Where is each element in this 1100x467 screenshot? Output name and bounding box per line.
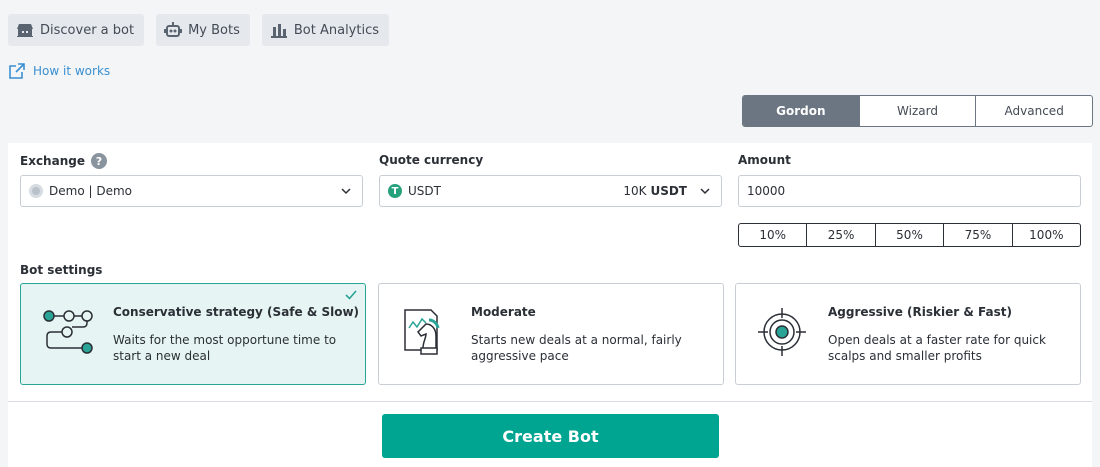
- exchange-logo-icon: [29, 184, 43, 198]
- tab-advanced[interactable]: Advanced: [975, 96, 1092, 126]
- quote-balance-amount: 10K: [623, 184, 647, 198]
- quote-currency-select[interactable]: T USDT 10K USDT: [379, 175, 722, 207]
- amount-label: Amount: [738, 153, 791, 167]
- top-nav: Discover a bot My Bots Bot Analytics: [8, 14, 390, 46]
- usdt-icon: T: [388, 184, 402, 198]
- pct-100-button[interactable]: 100%: [1011, 224, 1080, 246]
- how-it-works-link[interactable]: How it works: [8, 62, 110, 80]
- pct-75-button[interactable]: 75%: [943, 224, 1011, 246]
- exchange-value: Demo | Demo: [49, 184, 132, 198]
- exchange-label: Exchange: [20, 154, 85, 168]
- how-it-works-label: How it works: [33, 64, 111, 78]
- conservative-strategy-card[interactable]: Conservative strategy (Safe & Slow) Wait…: [20, 283, 366, 385]
- target-icon: [758, 308, 806, 356]
- check-icon: [345, 290, 357, 300]
- my-bots-label: My Bots: [188, 22, 240, 38]
- robot-icon: [164, 21, 183, 39]
- exchange-select[interactable]: Demo | Demo: [20, 175, 363, 207]
- moderate-strategy-card[interactable]: Moderate Starts new deals at a normal, f…: [378, 283, 724, 385]
- conservative-title: Conservative strategy (Safe & Slow): [113, 305, 360, 319]
- moderate-title: Moderate: [471, 305, 536, 319]
- chevron-down-icon: [341, 188, 351, 195]
- aggressive-title: Aggressive (Riskier & Fast): [828, 305, 1012, 319]
- analytics-icon: [270, 21, 288, 39]
- amount-value: 10000: [747, 184, 786, 198]
- pct-25-button[interactable]: 25%: [806, 224, 874, 246]
- tab-gordon[interactable]: Gordon: [743, 96, 859, 126]
- tab-wizard[interactable]: Wizard: [858, 96, 976, 126]
- quote-balance: 10K USDT: [623, 184, 687, 198]
- my-bots-button[interactable]: My Bots: [156, 14, 250, 46]
- help-icon[interactable]: ?: [90, 153, 107, 169]
- moderate-desc: Starts new deals at a normal, fairly agg…: [471, 333, 682, 363]
- bot-settings-label: Bot settings: [20, 263, 103, 277]
- pct-50-button[interactable]: 50%: [874, 224, 943, 246]
- aggressive-desc: Open deals at a faster rate for quick sc…: [828, 333, 1046, 363]
- bot-analytics-label: Bot Analytics: [293, 22, 380, 38]
- quote-currency-value: USDT: [408, 184, 441, 198]
- mode-switch: Gordon Wizard Advanced: [742, 95, 1093, 127]
- external-link-icon: [8, 62, 26, 80]
- pct-10-button[interactable]: 10%: [739, 224, 806, 246]
- amount-input[interactable]: 10000: [738, 175, 1081, 207]
- chevron-down-icon: [700, 188, 710, 195]
- discover-bot-label: Discover a bot: [40, 22, 135, 38]
- divider: [8, 401, 1092, 402]
- quote-balance-unit: USDT: [650, 184, 687, 198]
- create-bot-button[interactable]: Create Bot: [382, 414, 719, 458]
- percentage-selector: 10% 25% 50% 75% 100%: [738, 223, 1081, 247]
- conservative-desc: Waits for the most opportune time to sta…: [113, 333, 337, 363]
- aggressive-strategy-card[interactable]: Aggressive (Riskier & Fast) Open deals a…: [735, 283, 1081, 385]
- strategy-flow-icon: [43, 310, 93, 354]
- quote-currency-label: Quote currency: [379, 153, 484, 167]
- bot-analytics-button[interactable]: Bot Analytics: [261, 14, 390, 46]
- chess-knight-icon: [404, 309, 440, 355]
- exchange-label-row: Exchange ?: [20, 153, 107, 169]
- bot-shop-icon: [16, 21, 34, 39]
- bot-form-panel: Exchange ? Demo | Demo Quote currency T …: [8, 143, 1092, 467]
- discover-bot-button[interactable]: Discover a bot: [8, 14, 145, 46]
